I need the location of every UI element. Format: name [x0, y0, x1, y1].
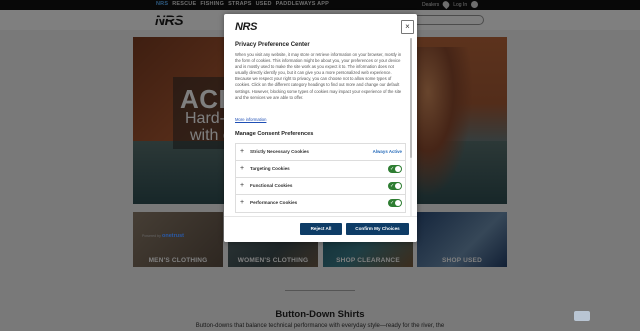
- powered-by-text: Powered by: [142, 234, 161, 238]
- always-active-badge: Always Active: [372, 149, 402, 154]
- reject-all-button[interactable]: Reject All: [300, 223, 342, 235]
- modal-title: Privacy Preference Center: [235, 42, 310, 48]
- category-name: Functional Cookies: [250, 183, 293, 188]
- category-name: Strictly Necessary Cookies: [250, 149, 309, 154]
- manage-consent-title: Manage Consent Preferences: [235, 131, 314, 137]
- check-icon: ✓: [390, 183, 395, 189]
- cookie-category-list: + Strictly Necessary Cookies Always Acti…: [235, 143, 406, 213]
- category-strictly-necessary[interactable]: + Strictly Necessary Cookies Always Acti…: [236, 144, 405, 161]
- floating-widget-icon[interactable]: [574, 311, 590, 321]
- powered-by-onetrust[interactable]: Powered by onetrust: [142, 233, 184, 239]
- expand-plus-icon[interactable]: +: [240, 199, 244, 207]
- expand-plus-icon[interactable]: +: [240, 182, 244, 190]
- category-performance[interactable]: + Performance Cookies ✓: [236, 195, 405, 212]
- category-name: Performance Cookies: [250, 200, 298, 205]
- more-information-link[interactable]: More information: [235, 117, 266, 122]
- modal-logo: NRS: [235, 21, 258, 33]
- check-icon: ✓: [390, 200, 395, 206]
- performance-toggle[interactable]: ✓: [388, 199, 402, 207]
- privacy-preference-modal: NRS × Privacy Preference Center When you…: [224, 14, 417, 242]
- expand-plus-icon[interactable]: +: [240, 165, 244, 173]
- functional-toggle[interactable]: ✓: [388, 182, 402, 190]
- expand-plus-icon[interactable]: +: [240, 148, 244, 156]
- modal-description: When you visit any website, it may store…: [235, 52, 402, 100]
- category-name: Targeting Cookies: [250, 166, 290, 171]
- modal-footer: Reject All Confirm My Choices: [224, 216, 417, 242]
- targeting-toggle[interactable]: ✓: [388, 165, 402, 173]
- modal-scroll-area[interactable]: Privacy Preference Center When you visit…: [224, 38, 417, 216]
- category-targeting[interactable]: + Targeting Cookies ✓: [236, 161, 405, 178]
- close-button[interactable]: ×: [401, 20, 414, 34]
- category-functional[interactable]: + Functional Cookies ✓: [236, 178, 405, 195]
- onetrust-logo: onetrust: [161, 233, 184, 239]
- check-icon: ✓: [390, 166, 395, 172]
- confirm-choices-button[interactable]: Confirm My Choices: [346, 223, 409, 235]
- modal-scrollbar-thumb[interactable]: [410, 38, 412, 158]
